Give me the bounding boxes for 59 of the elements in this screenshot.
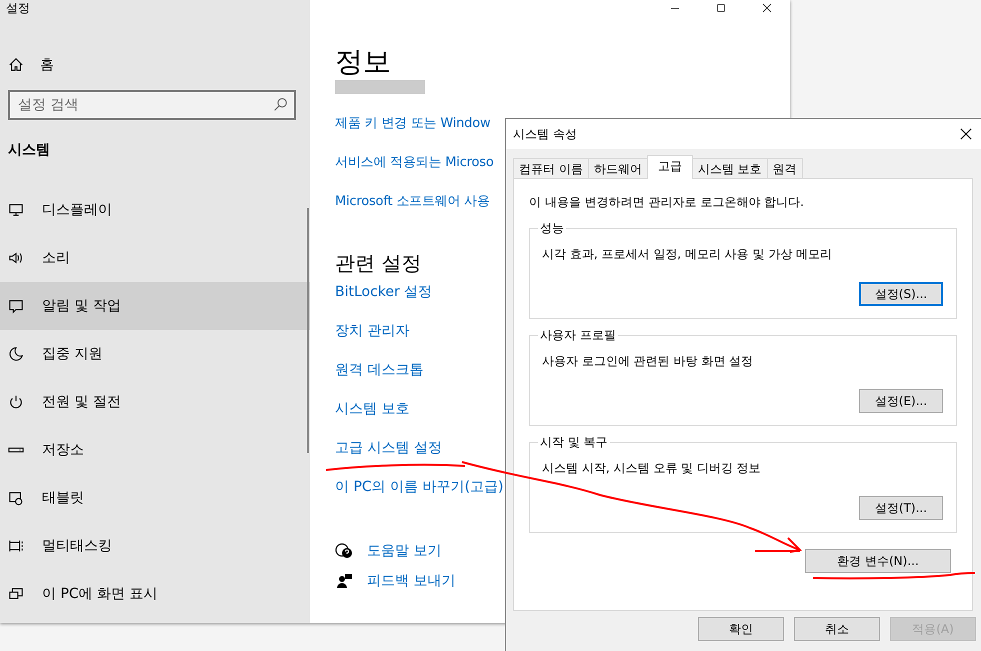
sidebar-item[interactable]: 소리 [0,234,310,282]
tab[interactable]: 원격 [766,158,803,179]
link[interactable]: 장치 관리자 [335,321,410,341]
group-title: 성능 [538,220,566,236]
tab[interactable]: 고급 [646,155,693,179]
home-icon [8,57,24,73]
sidebar-item[interactable]: 전원 및 절전 [0,378,310,426]
search-icon [273,97,288,112]
speech-bubble-icon [8,298,24,314]
settings-button[interactable]: 설정(T)... [859,496,943,520]
power-icon [8,394,24,410]
maximize-icon[interactable] [715,2,727,14]
display-icon [8,202,24,218]
ok-button[interactable]: 확인 [698,617,784,641]
moon-icon [8,346,24,362]
speaker-icon [8,250,24,266]
link[interactable]: 도움말 보기 [367,541,442,561]
window-title: 설정 [5,0,31,17]
sidebar-item[interactable]: 저장소 [0,426,310,474]
projector-icon [8,586,24,602]
tablet-icon [8,490,24,506]
link[interactable]: BitLocker 설정 [335,282,432,302]
notice-text: 이 내용을 변경하려면 관리자로 로그온해야 합니다. [529,194,805,211]
home-link[interactable]: 홈 [0,54,310,76]
settings-button[interactable]: 설정(S)... [859,282,943,306]
close-icon[interactable] [960,128,972,140]
section-heading: 관련 설정 [335,250,422,276]
sidebar-item[interactable]: 디스플레이 [0,186,310,234]
sidebar-item[interactable]: 이 PC에 화면 표시 [0,570,310,618]
cancel-button[interactable]: 취소 [794,617,880,641]
link[interactable]: 고급 시스템 설정 [335,438,442,458]
multitask-icon [8,538,24,554]
person-icon [335,572,353,590]
link[interactable]: Microsoft 소프트웨어 사용 [335,192,490,212]
description-text: 시각 효과, 프로세서 일정, 메모리 사용 및 가상 메모리 [542,246,834,263]
group-title: 사용자 프로필 [538,327,618,343]
link[interactable]: 서비스에 적용되는 Microso [335,153,494,173]
tab[interactable]: 컴퓨터 이름 [513,158,589,179]
link[interactable]: 원격 데스크톱 [335,360,424,380]
sidebar-item[interactable]: 태블릿 [0,474,310,522]
description-text: 사용자 로그인에 관련된 바탕 화면 설정 [542,353,754,370]
environment-variables-button[interactable]: 환경 변수(N)... [805,549,951,573]
close-icon[interactable] [761,2,773,14]
search-field[interactable]: 설정 검색 [8,90,296,120]
sidebar-item[interactable]: 멀티태스킹 [0,522,310,570]
link[interactable]: 제품 키 변경 또는 Window [335,114,490,134]
dialog-title: 시스템 속성 [513,126,577,143]
help-bubble-icon [335,542,353,560]
section-heading: 시스템 [7,141,51,160]
group-title: 시작 및 복구 [538,434,610,450]
link[interactable]: 피드백 보내기 [367,571,456,591]
settings-button[interactable]: 설정(E)... [859,389,943,413]
description-text: 시스템 시작, 시스템 오류 및 디버깅 정보 [542,460,762,477]
sidebar-item[interactable]: 집중 지원 [0,330,310,378]
scrollbar[interactable] [307,208,309,453]
page-heading: 정보 [335,44,391,80]
sidebar-item[interactable]: 알림 및 작업 [0,282,310,330]
link[interactable]: 이 PC의 이름 바꾸기(고급) [335,477,504,497]
link[interactable]: 시스템 보호 [335,399,410,419]
